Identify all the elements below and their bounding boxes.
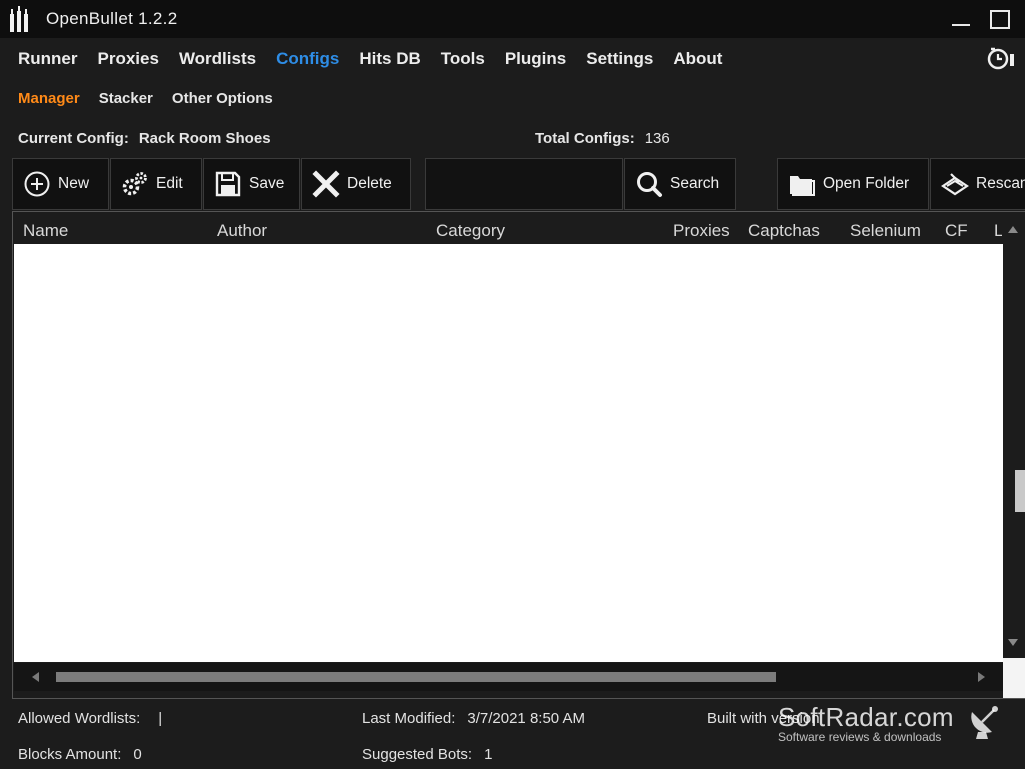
watermark-tagline: Software reviews & downloads (778, 730, 942, 744)
suggested-bots-value: 1 (484, 746, 493, 763)
scroll-right-arrow-icon[interactable] (978, 672, 985, 682)
nav-plugins[interactable]: Plugins (505, 49, 566, 71)
last-modified-value: 3/7/2021 8:50 AM (467, 710, 585, 727)
nav-wordlists[interactable]: Wordlists (179, 49, 256, 71)
sub-nav: Manager Stacker Other Options (18, 90, 273, 107)
total-configs-value: 136 (644, 130, 670, 147)
last-modified-label: Last Modified: (362, 710, 456, 727)
bottles-logo-icon (10, 6, 28, 32)
column-name[interactable]: Name (23, 221, 68, 241)
scroll-left-arrow-icon[interactable] (32, 672, 39, 682)
last-modified-info: Last Modified: 3/7/2021 8:50 AM (362, 710, 585, 727)
current-config-info: Current Config: Rack Room Shoes (18, 130, 271, 147)
column-category[interactable]: Category (436, 221, 505, 241)
nav-proxies[interactable]: Proxies (98, 49, 159, 71)
blocks-amount-label: Blocks Amount: (18, 746, 122, 763)
allowed-wordlists-value: | (158, 710, 163, 727)
nav-hits-db[interactable]: Hits DB (359, 49, 420, 71)
column-captchas[interactable]: Captchas (748, 221, 820, 241)
delete-button[interactable]: Delete (301, 158, 411, 210)
search-button[interactable]: Search (624, 158, 736, 210)
column-proxies[interactable]: Proxies (673, 221, 730, 241)
allowed-wordlists-label: Allowed Wordlists: (18, 710, 141, 727)
current-config-label: Current Config: (18, 130, 129, 147)
open-folder-button[interactable]: Open Folder (777, 158, 929, 210)
main-nav: Runner Proxies Wordlists Configs Hits DB… (18, 49, 722, 71)
softradar-watermark: SoftRadar.com Software reviews & downloa… (778, 702, 1008, 750)
watermark-brand: SoftRadar.com (778, 702, 954, 732)
column-author[interactable]: Author (217, 221, 267, 241)
nav-tools[interactable]: Tools (441, 49, 485, 71)
x-icon (312, 170, 340, 198)
open-folder-button-label: Open Folder (823, 175, 910, 192)
nav-about[interactable]: About (673, 49, 722, 71)
suggested-bots-label: Suggested Bots: (362, 746, 473, 763)
search-button-label: Search (670, 175, 720, 192)
blocks-amount-value: 0 (133, 746, 142, 763)
vertical-scrollbar[interactable] (1003, 212, 1025, 658)
blocks-amount-info: Blocks Amount: 0 (18, 746, 142, 763)
gears-icon (122, 172, 147, 196)
save-button-label: Save (249, 175, 285, 192)
subnav-stacker[interactable]: Stacker (99, 90, 153, 107)
timer-icon[interactable] (986, 46, 1014, 70)
minimize-button[interactable] (950, 8, 972, 30)
allowed-wordlists-info: Allowed Wordlists: | (18, 710, 162, 727)
maximize-button[interactable] (989, 8, 1011, 30)
folder-icon (790, 176, 815, 196)
nav-settings[interactable]: Settings (586, 49, 653, 71)
nav-runner[interactable]: Runner (18, 49, 78, 71)
scroll-corner (1003, 658, 1025, 698)
new-button-label: New (58, 175, 90, 192)
edit-button[interactable]: Edit (110, 158, 202, 210)
save-button[interactable]: Save (203, 158, 300, 210)
subnav-other-options[interactable]: Other Options (172, 90, 273, 107)
total-configs-label: Total Configs: (535, 130, 635, 147)
delete-button-label: Delete (347, 175, 392, 192)
horizontal-scrollbar[interactable] (14, 663, 1003, 691)
scroll-down-arrow-icon[interactable] (1008, 639, 1018, 646)
horizontal-scroll-thumb[interactable] (56, 672, 776, 682)
search-input[interactable] (425, 158, 623, 210)
magnifier-icon (637, 172, 662, 197)
column-selenium[interactable]: Selenium (850, 221, 921, 241)
title-bar: OpenBullet 1.2.2 (0, 0, 1025, 38)
column-l[interactable]: L (994, 221, 1002, 241)
vertical-scroll-thumb[interactable] (1015, 470, 1025, 512)
table-header: Name Author Category Proxies Captchas Se… (13, 221, 1003, 243)
plus-circle-icon (24, 171, 50, 197)
floppy-disk-icon (215, 171, 241, 197)
rescan-button[interactable]: Rescan (930, 158, 1025, 210)
column-cf[interactable]: CF (945, 221, 968, 241)
nav-configs[interactable]: Configs (276, 49, 339, 71)
satellite-dish-icon (971, 706, 998, 739)
suggested-bots-info: Suggested Bots: 1 (362, 746, 492, 763)
scroll-up-arrow-icon[interactable] (1008, 226, 1018, 233)
rescan-button-label: Rescan (976, 175, 1025, 192)
subnav-manager[interactable]: Manager (18, 90, 80, 107)
total-configs-info: Total Configs: 136 (535, 130, 670, 147)
new-button[interactable]: New (12, 158, 109, 210)
scanner-icon (941, 173, 969, 196)
window-title: OpenBullet 1.2.2 (46, 9, 178, 28)
current-config-value: Rack Room Shoes (138, 130, 271, 147)
table-body[interactable] (14, 244, 1003, 662)
edit-button-label: Edit (156, 175, 183, 192)
